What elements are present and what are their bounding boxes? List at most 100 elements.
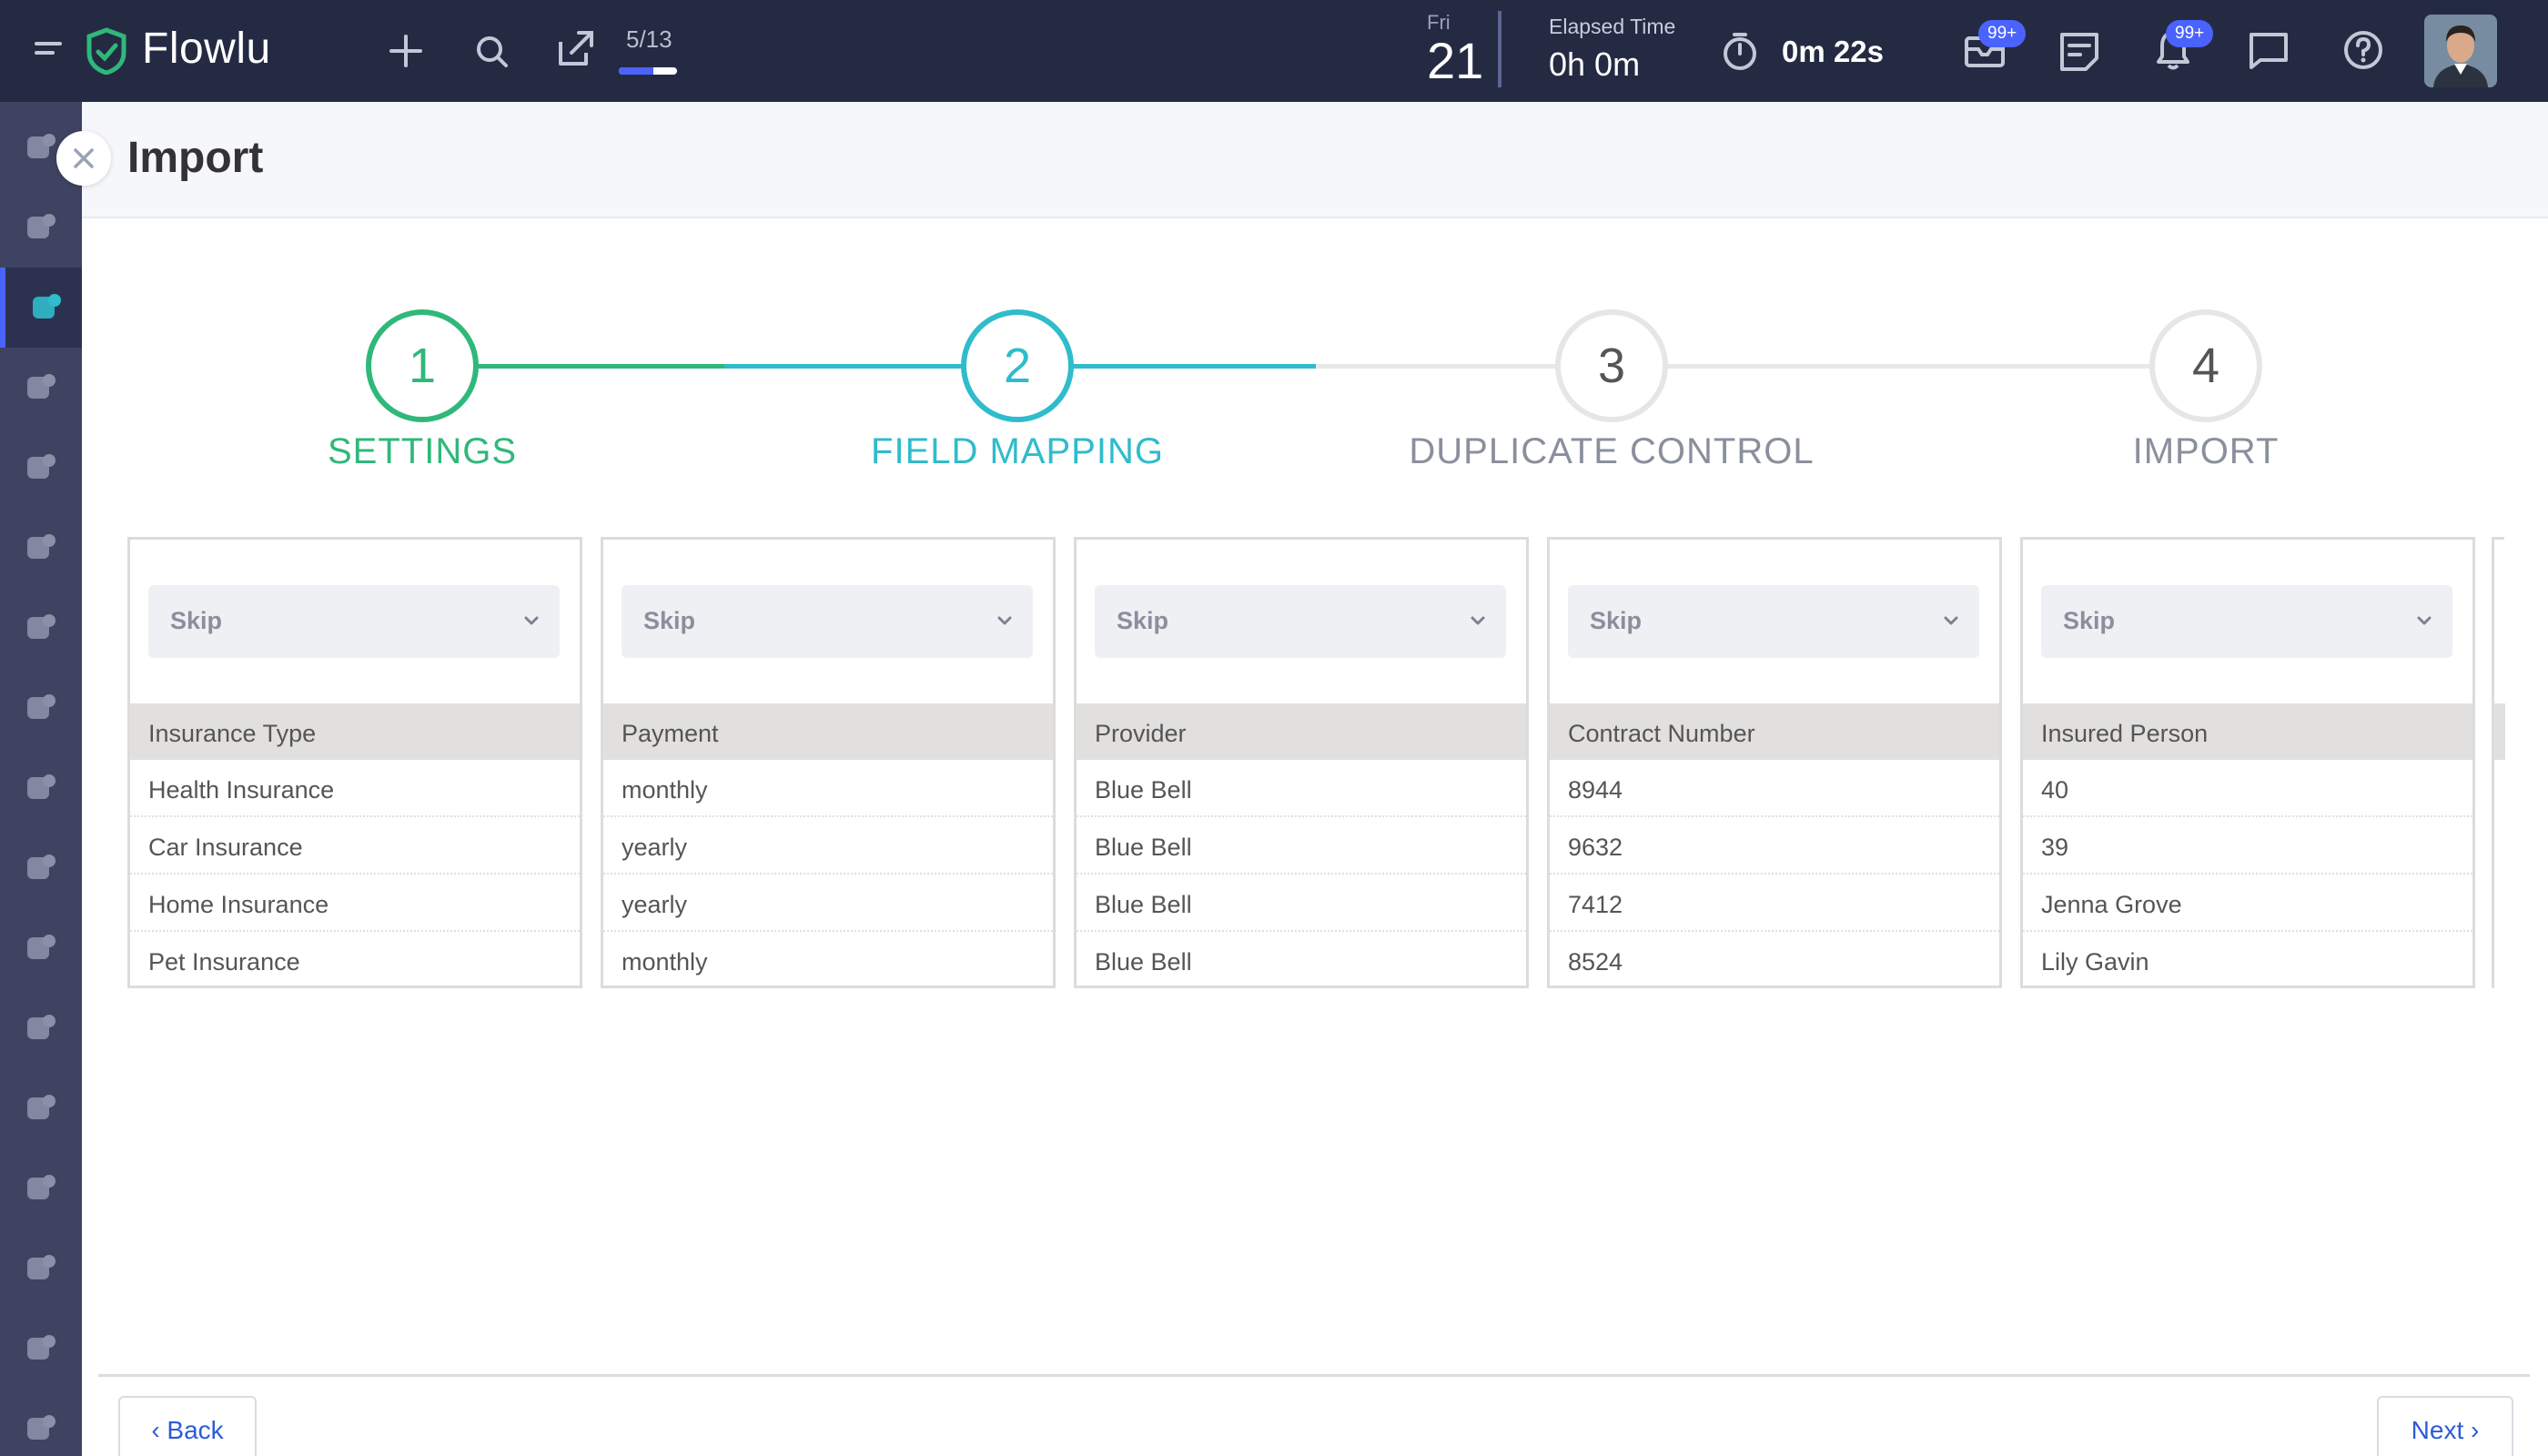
step-3-circle[interactable]: 3 [1555,309,1668,422]
step-2-circle[interactable]: 2 [961,309,1074,422]
sidebar [0,102,82,1456]
sidebar-item-support[interactable] [0,1228,82,1309]
onboarding-progress-fill [619,67,654,75]
chevron-down-icon [1943,614,1959,632]
back-button[interactable]: ‹ Back [118,1396,257,1456]
step-4-label[interactable]: IMPORT [1933,431,2479,472]
column-cell: 40 [2023,760,2472,817]
column-header: Insurance Type [130,703,580,760]
column-cell: 8944 [1550,760,1999,817]
step-1-circle[interactable]: 1 [366,309,479,422]
help-icon[interactable] [2342,29,2384,76]
column-cell: Home Insurance [130,875,580,932]
users-icon [27,1415,56,1440]
onboarding-progress-count[interactable]: 5/13 [626,25,672,54]
field-mapping-select-value: Skip [2063,607,2116,634]
sidebar-item-crm[interactable] [0,187,82,268]
flowlu-logo-icon[interactable] [86,27,127,79]
mapping-column: Skip Payment monthly yearly yearly monthly [601,537,1056,988]
onboarding-progress-bar[interactable] [619,67,677,75]
next-button[interactable]: Next › [2377,1396,2513,1456]
column-cell: Car Insurance [130,817,580,875]
step-3-label[interactable]: DUPLICATE CONTROL [1339,431,1885,472]
column-cell: Lily Gavin [2041,948,2149,976]
field-mapping-select-value: Skip [1590,607,1643,634]
sidebar-item-tasks[interactable] [0,428,82,508]
stopwatch-icon[interactable] [1720,31,1760,76]
sidebar-item-invoices[interactable] [0,828,82,908]
stepper-line-2-3-pending [1316,364,1558,369]
sidebar-item-reports[interactable] [0,908,82,988]
mail-icon [27,1335,56,1360]
documents-icon [27,1095,56,1119]
menu-icon[interactable] [33,36,66,68]
notes-icon[interactable] [2058,31,2100,77]
column-cell: 39 [2023,817,2472,875]
onboarding-icon[interactable] [553,27,597,76]
close-button[interactable] [56,131,111,186]
step-4-circle[interactable]: 4 [2149,309,2262,422]
column-cell: Blue Bell [1095,948,1192,976]
projects-icon [27,374,56,399]
column-cell: monthly [622,948,708,976]
column-cell: yearly [603,817,1053,875]
sidebar-item-workflows[interactable] [0,988,82,1068]
sidebar-item-knowledge-base[interactable] [0,588,82,668]
sidebar-item-agile[interactable] [0,508,82,588]
chat-icon[interactable] [2248,31,2290,76]
chevron-down-icon [1470,614,1486,632]
field-mapping-select[interactable]: Skip [1568,585,1979,658]
field-mapping-select[interactable]: Skip [622,585,1033,658]
sidebar-item-projects[interactable] [0,348,82,428]
stepper-line-3-4 [1665,364,2153,369]
field-mapping-select[interactable]: Skip [148,585,560,658]
mapping-column: Skip Contract Number 8944 9632 7412 8524 [1547,537,2002,988]
column-header: Payment [603,703,1053,760]
field-mapping-select[interactable]: Skip [1095,585,1506,658]
column-cell: Blue Bell [1077,875,1526,932]
knowledge-base-icon [27,614,56,639]
stepper-line-1-2-done [479,364,724,369]
field-mapping-select-value: Skip [170,607,223,634]
next-column-header-edge [2494,703,2505,760]
sidebar-item-services[interactable] [0,1148,82,1228]
step-2-label[interactable]: FIELD MAPPING [744,431,1290,472]
timer-value[interactable]: 0m 22s [1782,35,1884,69]
stepper-line-1-2-active [724,364,966,369]
column-cell: monthly [603,760,1053,817]
workflows-icon [27,1015,56,1039]
step-1-label[interactable]: SETTINGS [149,431,695,472]
stepper-line-2-3-active [1072,364,1316,369]
column-header: Provider [1077,703,1526,760]
chevron-down-icon [2416,614,2432,632]
column-cell: Blue Bell [1077,760,1526,817]
footer-divider [98,1374,2530,1377]
add-icon[interactable] [388,33,424,74]
mapping-column: Skip Insurance Type Health Insurance Car In… [127,537,582,988]
top-bar: Flowlu 5/13 Fri 21 Elapsed Time 0h 0m 0m… [0,0,2548,102]
sidebar-item-users[interactable] [0,1389,82,1456]
sidebar-item-pipelines[interactable] [0,268,82,348]
dashboard-icon [27,134,56,158]
column-cell: 9632 [1550,817,1999,875]
search-icon[interactable] [475,35,510,74]
sidebar-item-contacts[interactable] [0,748,82,828]
elapsed-time-label: Elapsed Time [1549,15,1676,38]
chevron-down-icon [523,614,540,632]
sidebar-item-finance[interactable] [0,668,82,748]
support-icon [27,1255,56,1279]
column-cell: 7412 [1550,875,1999,932]
mapping-column: Skip Insured Person 40 39 Jenna Grove Lily Ga… [2020,537,2475,988]
next-column-edge [2492,537,2504,988]
crm-icon [27,214,56,238]
sidebar-item-documents[interactable] [0,1068,82,1148]
user-avatar[interactable] [2424,15,2497,87]
app-name[interactable]: Flowlu [142,24,271,74]
day-number: 21 [1427,32,1484,89]
mapping-column: Skip Provider Blue Bell Blue Bell Blue Bell B… [1074,537,1529,988]
field-mapping-select[interactable]: Skip [2041,585,2452,658]
invoices-icon [27,854,56,879]
services-icon [27,1175,56,1199]
contacts-icon [27,774,56,799]
sidebar-item-mail[interactable] [0,1309,82,1389]
